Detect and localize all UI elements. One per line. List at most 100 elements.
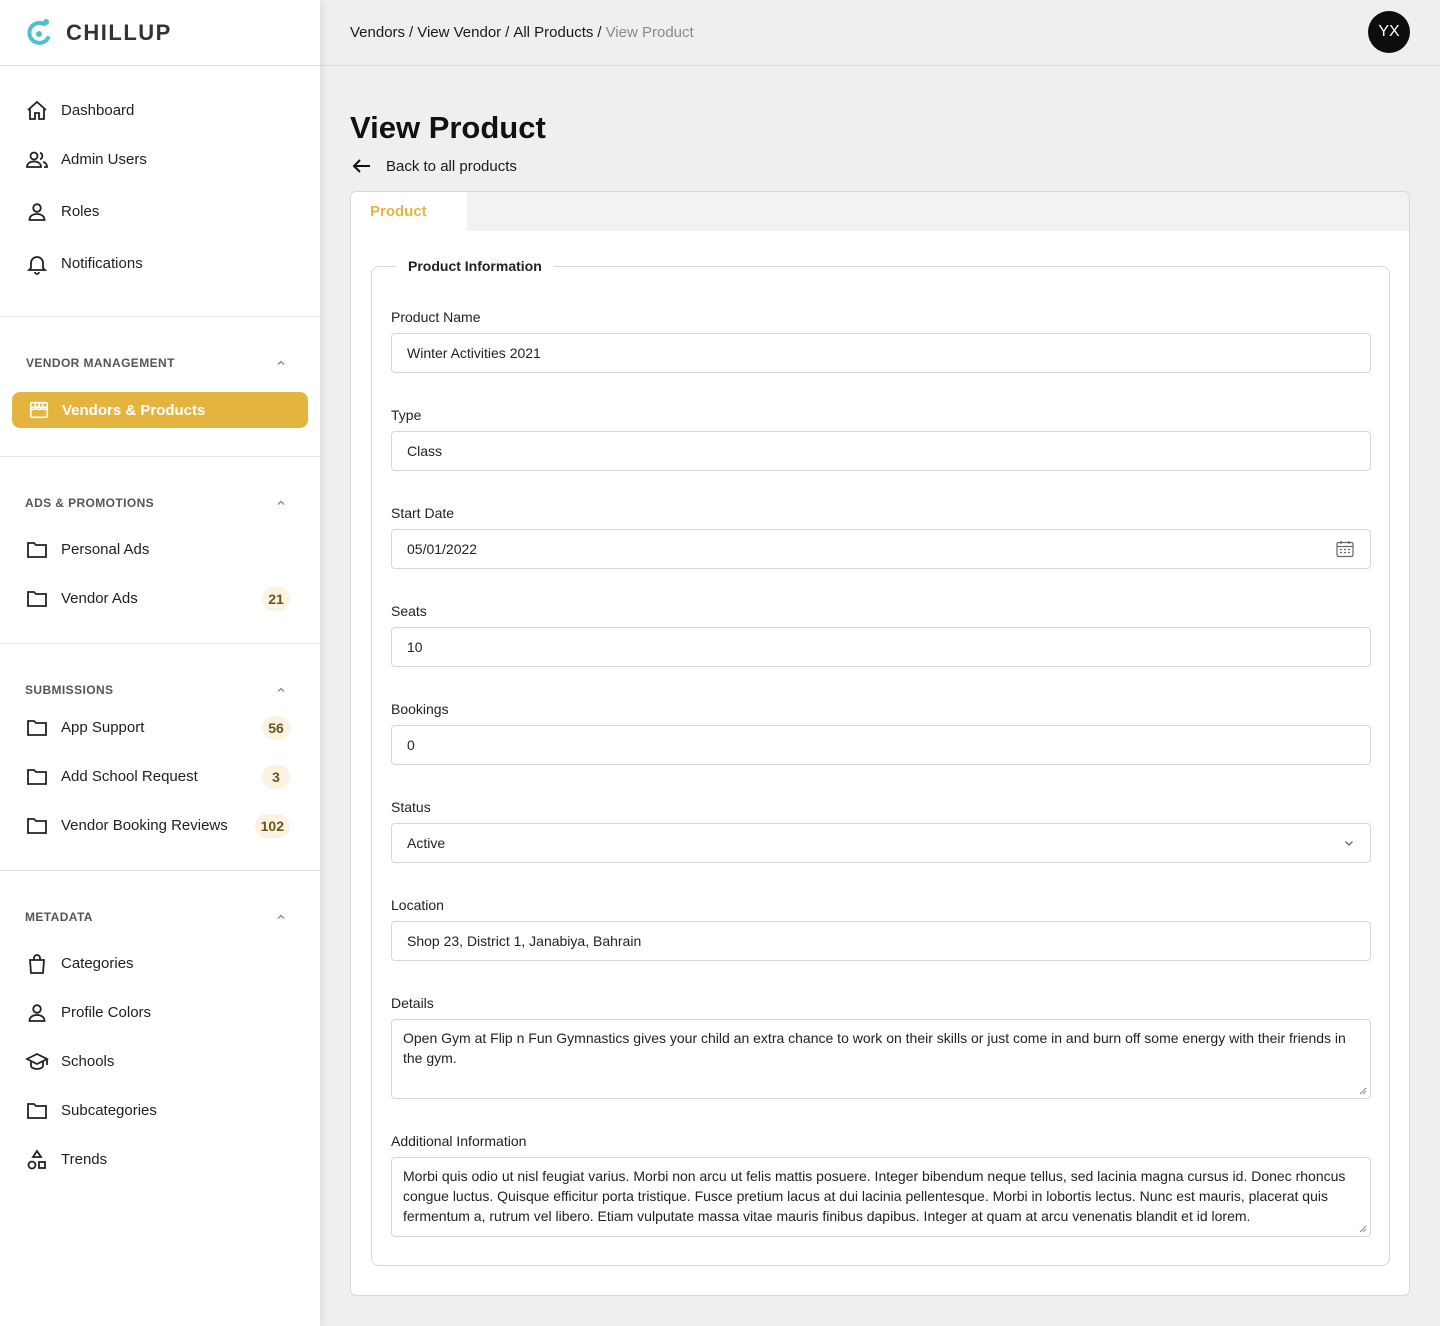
sidebar: CHILLUP Dashboard Admin Users Roles Noti… (0, 0, 320, 1326)
folder-icon (27, 719, 47, 736)
sidebar-item-vendor-booking-reviews[interactable]: Vendor Booking Reviews 102 (0, 801, 320, 850)
field-label: Start Date (391, 505, 455, 521)
product-card: Product Product Information Product Name… (350, 191, 1410, 1296)
product-name-input[interactable]: Winter Activities 2021 (391, 333, 1371, 373)
sidebar-item-label: Vendors & Products (62, 401, 206, 419)
home-icon (27, 100, 47, 120)
field-start-date: Start Date 05/01/2022 (391, 505, 1371, 569)
sidebar-item-label: Subcategories (61, 1102, 157, 1119)
chevron-up-icon (277, 687, 285, 692)
field-label: Additional Information (391, 1133, 527, 1149)
additional-information-textarea[interactable]: Morbi quis odio ut nisl feugiat varius. … (391, 1157, 1371, 1237)
section-header-submissions[interactable]: SUBMISSIONS (0, 680, 320, 700)
count-badge: 56 (262, 715, 290, 740)
section-header-vendor-management[interactable]: VENDOR MANAGEMENT (0, 353, 320, 373)
sidebar-item-vendor-ads[interactable]: Vendor Ads 21 (0, 574, 320, 623)
resize-handle-icon[interactable] (1359, 1087, 1367, 1095)
sidebar-item-label: Add School Request (61, 768, 198, 785)
input-value: 05/01/2022 (407, 541, 478, 557)
sidebar-item-label: Roles (61, 203, 100, 220)
sidebar-item-vendors-products[interactable]: Vendors & Products (12, 392, 308, 428)
sidebar-item-trends[interactable]: Trends (0, 1135, 320, 1184)
store-icon (29, 401, 49, 419)
shopping-bag-icon (29, 953, 45, 974)
sidebar-item-label: Vendor Booking Reviews (61, 817, 228, 834)
field-details: Details Open Gym at Flip n Fun Gymnastic… (391, 995, 1371, 1099)
product-information-fieldset: Product Information Product Name Winter … (371, 258, 1390, 1266)
section-ads-promotions: ADS & PROMOTIONS Personal Ads Vendor Ads… (0, 457, 320, 623)
school-icon (25, 1052, 49, 1070)
start-date-input[interactable]: 05/01/2022 (391, 529, 1371, 569)
field-product-name: Product Name Winter Activities 2021 (391, 309, 1371, 373)
sidebar-item-app-support[interactable]: App Support 56 (0, 703, 320, 752)
field-label: Status (391, 799, 431, 815)
field-label: Bookings (391, 701, 449, 717)
sidebar-item-label: Schools (61, 1053, 115, 1070)
sidebar-item-label: Profile Colors (61, 1004, 152, 1021)
sidebar-item-personal-ads[interactable]: Personal Ads (0, 525, 320, 574)
folder-icon (27, 817, 47, 834)
seats-input[interactable]: 10 (391, 627, 1371, 667)
input-value: 0 (407, 737, 415, 753)
section-submissions: SUBMISSIONS App Support 56 Add School Re… (0, 644, 320, 850)
sidebar-item-subcategories[interactable]: Subcategories (0, 1086, 320, 1135)
sidebar-item-label: Personal Ads (61, 541, 150, 558)
section-vendor-management: VENDOR MANAGEMENT Vendors & Products (0, 317, 320, 428)
sidebar-item-dashboard[interactable]: Dashboard (0, 86, 320, 135)
person-icon (28, 1003, 46, 1022)
chevron-up-icon (277, 360, 285, 365)
calendar-icon[interactable] (1335, 539, 1355, 559)
chevron-down-icon (1345, 841, 1353, 846)
folder-icon (27, 541, 47, 558)
breadcrumb-separator: / (409, 24, 414, 41)
users-icon (26, 151, 48, 168)
sidebar-item-roles[interactable]: Roles (0, 184, 320, 239)
section-header-metadata[interactable]: METADATA (0, 907, 320, 927)
brand[interactable]: CHILLUP (0, 0, 320, 66)
location-input[interactable]: Shop 23, District 1, Janabiya, Bahrain (391, 921, 1371, 961)
section-title: SUBMISSIONS (25, 683, 114, 697)
details-textarea[interactable]: Open Gym at Flip n Fun Gymnastics gives … (391, 1019, 1371, 1099)
field-bookings: Bookings 0 (391, 701, 1371, 765)
field-status: Status Active (391, 799, 1371, 863)
avatar[interactable]: YX (1368, 11, 1410, 53)
breadcrumb-vendors[interactable]: Vendors (350, 24, 405, 41)
status-select[interactable]: Active (391, 823, 1371, 863)
folder-icon (27, 1102, 47, 1119)
select-value: Active (407, 835, 446, 851)
field-label: Seats (391, 603, 427, 619)
chevron-up-icon (277, 500, 285, 505)
sidebar-item-label: Admin Users (61, 151, 147, 168)
sidebar-item-profile-colors[interactable]: Profile Colors (0, 988, 320, 1037)
resize-handle-icon[interactable] (1359, 1225, 1367, 1233)
sidebar-item-label: Notifications (61, 255, 143, 272)
sidebar-item-categories[interactable]: Categories (0, 939, 320, 988)
count-badge: 102 (254, 813, 290, 838)
breadcrumb-separator: / (597, 24, 602, 41)
type-input[interactable]: Class (391, 431, 1371, 471)
sidebar-item-admin-users[interactable]: Admin Users (0, 135, 320, 184)
back-to-products-link[interactable]: Back to all products (350, 154, 517, 178)
bookings-input[interactable]: 0 (391, 725, 1371, 765)
fieldset-legend: Product Information (396, 258, 554, 274)
section-header-ads-promotions[interactable]: ADS & PROMOTIONS (0, 493, 320, 513)
top-bar: Vendors / View Vendor / All Products / View Pr… (320, 0, 1440, 66)
sidebar-item-label: Vendor Ads (61, 590, 138, 607)
tab-product[interactable]: Product (351, 192, 467, 231)
shapes-icon (27, 1148, 46, 1169)
sidebar-item-label: Trends (61, 1151, 108, 1168)
breadcrumb-separator: / (505, 24, 510, 41)
count-badge: 21 (262, 586, 290, 611)
field-label: Location (391, 897, 444, 913)
field-seats: Seats 10 (391, 603, 1371, 667)
field-label: Type (391, 407, 422, 423)
sidebar-item-schools[interactable]: Schools (0, 1037, 320, 1086)
count-badge: 3 (262, 764, 290, 789)
sidebar-item-notifications[interactable]: Notifications (0, 239, 320, 288)
field-type: Type Class (391, 407, 1371, 471)
sidebar-item-add-school-request[interactable]: Add School Request 3 (0, 752, 320, 801)
breadcrumb-view-vendor[interactable]: View Vendor (417, 24, 501, 41)
input-value: Winter Activities 2021 (407, 345, 541, 361)
person-icon (28, 202, 46, 221)
breadcrumb-all-products[interactable]: All Products (513, 24, 593, 41)
